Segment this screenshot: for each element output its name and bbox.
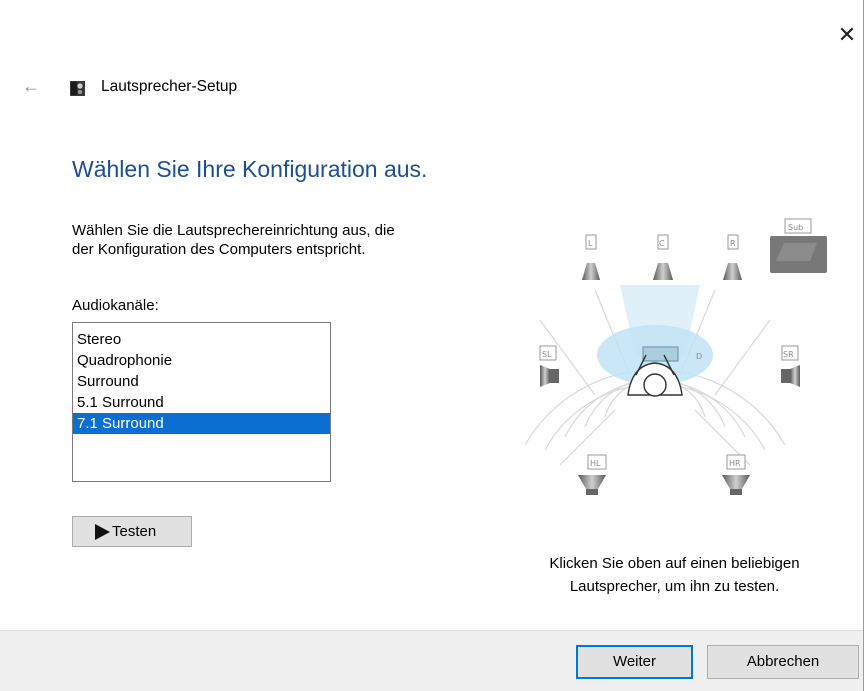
speaker-side-left[interactable]: SL xyxy=(539,345,559,387)
speaker-subwoofer[interactable]: Sub xyxy=(770,218,827,273)
speaker-app-icon xyxy=(70,81,85,96)
test-hint: Klicken Sie oben auf einen beliebigen La… xyxy=(497,552,852,598)
speaker-left[interactable]: L xyxy=(582,234,600,280)
hint-line: Lautsprecher, um ihn zu testen. xyxy=(569,578,780,595)
test-button[interactable]: Testen xyxy=(72,516,192,547)
speaker-rear-left[interactable]: HL xyxy=(578,454,607,495)
next-button[interactable]: Weiter xyxy=(576,645,693,679)
page-heading: Wählen Sie Ihre Konfiguration aus. xyxy=(72,156,428,182)
window-title: Lautsprecher-Setup xyxy=(101,78,238,95)
svg-text:L: L xyxy=(588,239,593,248)
close-button[interactable]: ✕ xyxy=(832,20,862,50)
hint-line: Klicken Sie oben auf einen beliebigen xyxy=(549,555,800,572)
cancel-button[interactable]: Abbrechen xyxy=(707,645,859,679)
speaker-setup-window: ✕ ← Lautsprecher-Setup Wählen Sie Ihre K… xyxy=(0,0,864,691)
speaker-center[interactable]: C xyxy=(653,234,673,280)
list-item-7-1-surround[interactable]: 7.1 Surround xyxy=(73,413,330,434)
monitor-label: D xyxy=(696,352,702,361)
svg-text:Sub: Sub xyxy=(788,223,803,232)
speaker-right[interactable]: R xyxy=(723,234,742,280)
audio-channels-label: Audiokanäle: xyxy=(72,297,159,314)
list-item-surround[interactable]: Surround xyxy=(73,371,330,392)
description-line: der Konfiguration des Computers entspric… xyxy=(72,241,366,258)
svg-text:SR: SR xyxy=(783,350,794,359)
description-line: Wählen Sie die Lautsprechereinrichtung a… xyxy=(72,222,395,239)
back-button[interactable]: ← xyxy=(22,76,46,96)
description: Wählen Sie die Lautsprechereinrichtung a… xyxy=(72,221,492,259)
list-item-5-1-surround[interactable]: 5.1 Surround xyxy=(73,392,330,413)
list-item-stereo[interactable]: Stereo xyxy=(73,329,330,350)
audio-channels-listbox[interactable]: Stereo Quadrophonie Surround 5.1 Surroun… xyxy=(72,322,331,482)
monitor-icon xyxy=(642,346,679,362)
speaker-layout-diagram: D L C R Sub SL SR HL HR xyxy=(524,218,827,495)
svg-text:SL: SL xyxy=(542,350,552,359)
list-item-quadrophonie[interactable]: Quadrophonie xyxy=(73,350,330,371)
svg-text:C: C xyxy=(659,239,665,248)
back-arrow-icon: ← xyxy=(22,76,40,96)
play-icon xyxy=(95,523,110,540)
svg-text:HL: HL xyxy=(590,459,601,468)
speaker-side-right[interactable]: SR xyxy=(781,345,800,387)
svg-text:HR: HR xyxy=(729,459,741,468)
svg-text:R: R xyxy=(730,239,736,248)
close-icon: ✕ xyxy=(837,22,857,47)
test-button-label: Testen xyxy=(112,523,157,540)
